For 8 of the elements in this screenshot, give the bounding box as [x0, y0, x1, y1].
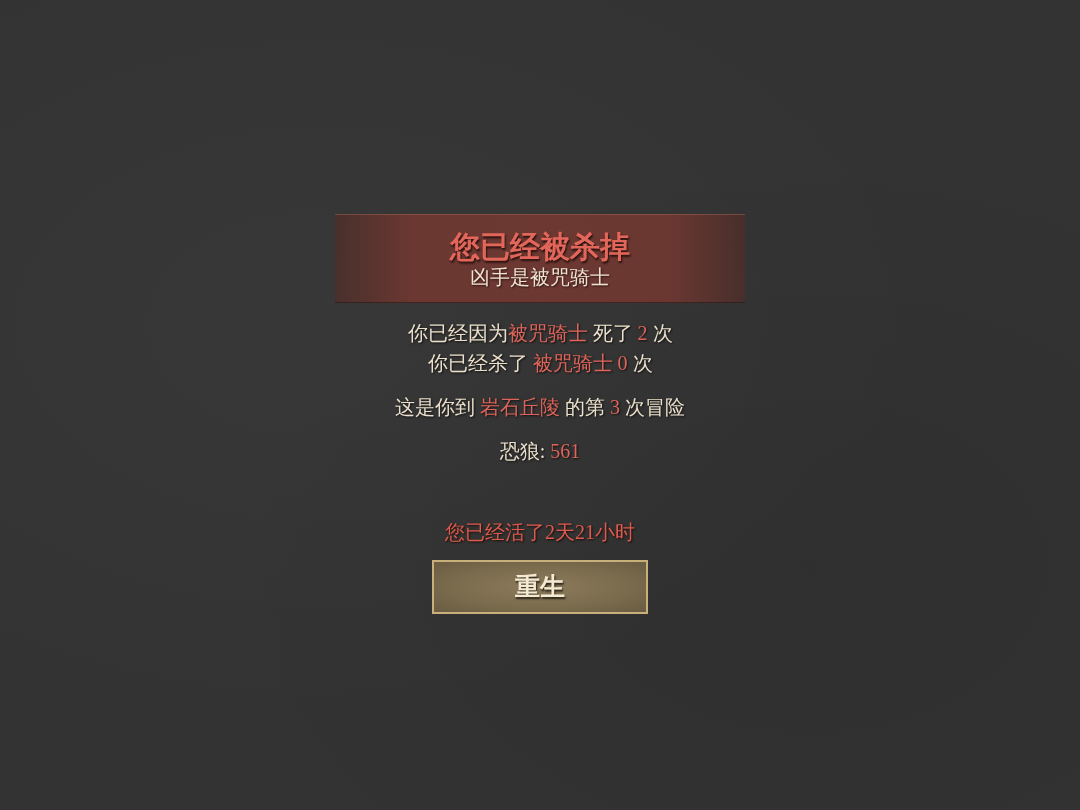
stat-text: 恐狼: 561 [499, 439, 581, 464]
stat-text: 你已经杀了 被咒骑士 0 次 [427, 351, 653, 376]
stat-text: 你已经因为被咒骑士 死了 2 次 [407, 321, 673, 346]
stat-text: 这是你到 岩石丘陵 的第 3 次冒险 [395, 395, 685, 420]
survival-time-text: 您已经活了2天21小时 [445, 520, 635, 545]
banner-title: 您已经被杀掉 [450, 228, 630, 265]
killer-text: 凶手是被咒骑士 [470, 264, 610, 289]
respawn-button[interactable]: 重生 [432, 560, 648, 614]
